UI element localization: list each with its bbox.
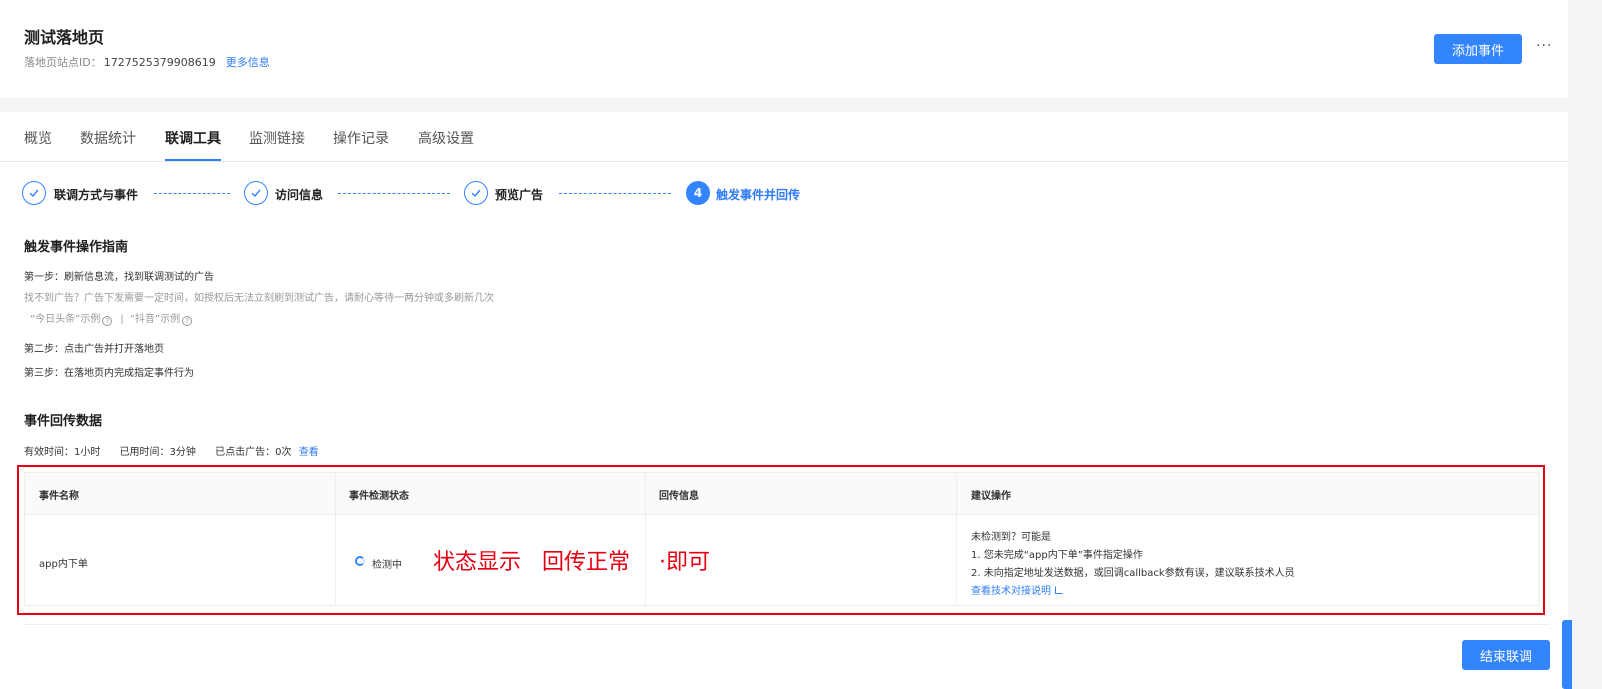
event-data-title: 事件回传数据 [24,414,103,429]
page-header: 测试落地页 落地页站点ID： 1727525379908619 更多信息 添加事件 … [0,0,1568,98]
tab-overview[interactable]: 概览 [24,128,52,148]
add-event-button[interactable]: 添加事件 [1434,34,1522,64]
step-connector [559,193,671,194]
step-connector [154,193,230,194]
more-info-link[interactable]: 更多信息 [226,56,270,69]
tab-data-stats[interactable]: 数据统计 [80,128,136,148]
guide-examples: “今日头条”示例? | “抖音”示例? [30,310,194,326]
step-label-debug-method: 联调方式与事件 [54,188,139,202]
site-id-value: 1727525379908619 [103,56,216,69]
page-title: 测试落地页 [24,28,105,47]
tab-debug-tool[interactable]: 联调工具 [165,128,221,148]
step-number-4: 4 [686,181,710,205]
step-label-preview-ad: 预览广告 [495,188,544,202]
valid-time: 有效时间：1小时 [24,447,101,458]
check-icon [244,181,268,205]
end-debug-button[interactable]: 结束联调 [1462,640,1550,670]
step-label-trigger-event: 触发事件并回传 [716,188,801,202]
side-float-tab[interactable] [1562,620,1572,689]
annotation-highlight-box [17,465,1545,615]
guide-step-3: 第三步：在落地页内完成指定事件行为 [24,368,194,379]
separator: | [120,314,124,325]
guide-step-1-hint: 找不到广告？广告下发需要一定时间，如授权后无法立刻刷到测试广告，请耐心等待一两分… [24,293,494,304]
douyin-example-link[interactable]: “抖音”示例 [130,314,180,325]
event-stats-row: 有效时间：1小时 已用时间：3分钟 已点击广告：0次 查看 [24,443,335,458]
tab-monitor-link[interactable]: 监测链接 [249,128,305,148]
guide-step-1: 第一步：刷新信息流，找到联调测试的广告 [24,272,214,283]
step-connector [338,193,450,194]
tab-advanced-settings[interactable]: 高级设置 [418,128,474,148]
question-icon[interactable]: ? [102,316,113,326]
question-icon[interactable]: ? [182,316,193,326]
active-tab-indicator [165,159,221,161]
toutiao-example-link[interactable]: “今日头条”示例 [30,314,100,325]
clicked-ads: 已点击广告：0次 [215,447,292,458]
tab-bar: 概览 数据统计 联调工具 监测链接 操作记录 高级设置 [0,112,1568,162]
site-id-row: 落地页站点ID： 1727525379908619 更多信息 [24,54,270,70]
step-progress: 联调方式与事件 访问信息 预览广告 4 触发事件并回传 [22,181,922,207]
view-link[interactable]: 查看 [299,447,319,458]
check-icon [464,181,488,205]
site-id-label: 落地页站点ID： [24,56,102,69]
check-icon [22,181,46,205]
guide-title: 触发事件操作指南 [24,240,129,255]
step-label-visit-info: 访问信息 [275,188,324,202]
used-time: 已用时间：3分钟 [119,447,196,458]
divider [24,624,1550,625]
tab-operation-log[interactable]: 操作记录 [333,128,389,148]
guide-step-2: 第二步：点击广告并打开落地页 [24,344,164,355]
more-options-icon[interactable]: ··· [1536,38,1552,54]
